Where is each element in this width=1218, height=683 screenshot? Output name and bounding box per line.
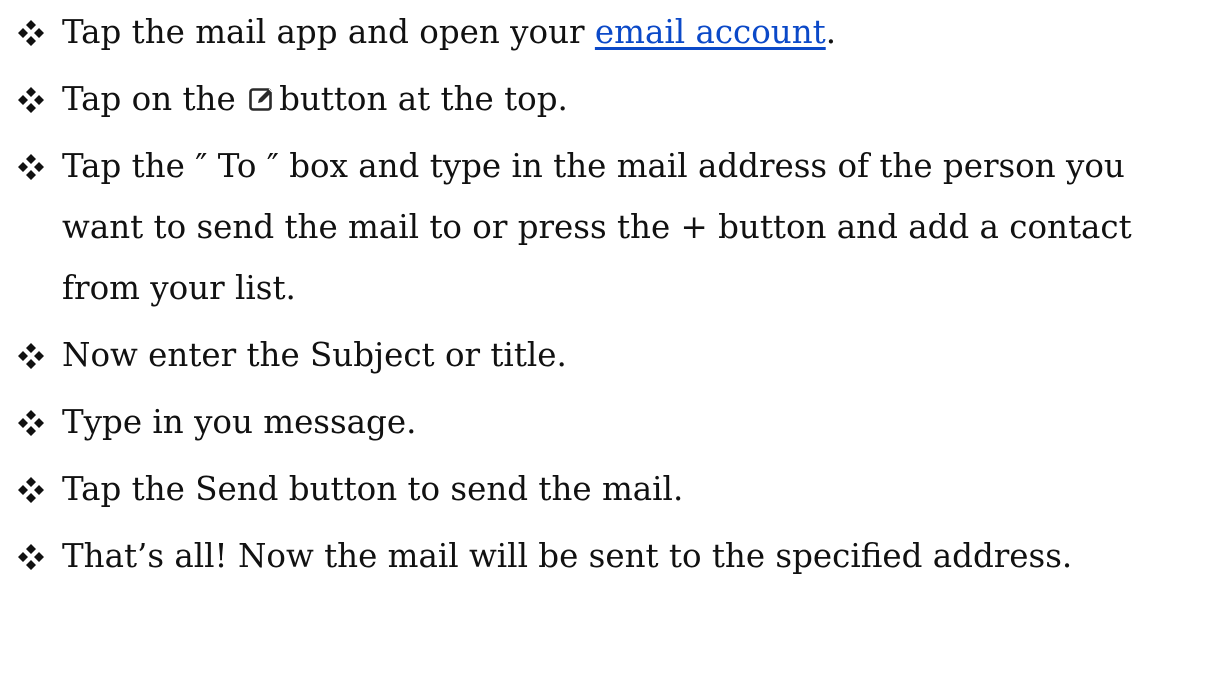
step-1: Tap the mail app and open your email acc… (16, 2, 1212, 63)
step-1-text-after: . (825, 13, 837, 51)
step-7: That’s all! Now the mail will be sent to… (16, 526, 1212, 587)
step-4-text: Now enter the Subject or title. (62, 336, 567, 374)
step-6: Tap the Send button to send the mail. (16, 459, 1212, 520)
instruction-list: Tap the mail app and open your email acc… (16, 2, 1212, 593)
step-4: Now enter the Subject or title. (16, 325, 1212, 386)
four-diamond-bullet-icon (16, 2, 58, 63)
step-5-text: Type in you message. (62, 403, 417, 441)
four-diamond-bullet-icon (16, 325, 58, 386)
step-7-text: That’s all! Now the mail will be sent to… (62, 537, 1073, 575)
step-1-text-before: Tap the mail app and open your (62, 13, 595, 51)
email-account-link[interactable]: email account (595, 13, 826, 51)
step-2: Tap on the button at the top. (16, 69, 1212, 130)
four-diamond-bullet-icon (16, 69, 58, 130)
step-3: Tap the ″ To ″ box and type in the mail … (16, 136, 1212, 319)
step-5: Type in you message. (16, 392, 1212, 453)
step-6-text: Tap the Send button to send the mail. (62, 470, 684, 508)
compose-icon (248, 86, 275, 113)
four-diamond-bullet-icon (16, 392, 58, 453)
step-3-text: Tap the ″ To ″ box and type in the mail … (62, 147, 1132, 307)
four-diamond-bullet-icon (16, 459, 58, 520)
four-diamond-bullet-icon (16, 526, 58, 587)
step-2-text-after: button at the top. (279, 80, 568, 118)
four-diamond-bullet-icon (16, 136, 58, 197)
step-2-text-before: Tap on the (62, 80, 247, 118)
